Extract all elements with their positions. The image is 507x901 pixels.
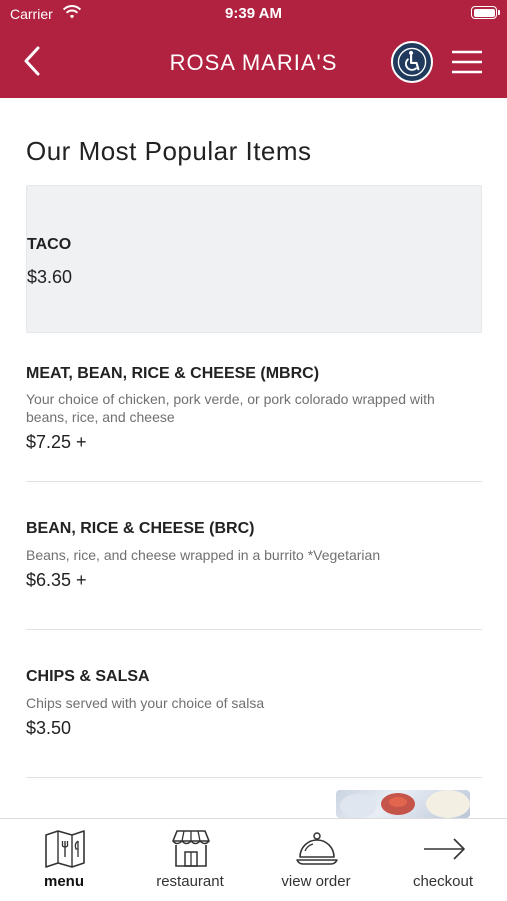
menu-book-icon <box>45 830 85 868</box>
battery-icon <box>471 6 500 19</box>
bottom-tab-bar: menu restaurant view order checkout <box>0 818 507 901</box>
item-name: TACO <box>27 236 72 253</box>
tab-checkout[interactable]: checkout <box>380 819 506 901</box>
item-description: Your choice of chicken, pork verde, or p… <box>26 391 435 425</box>
tab-menu-label: menu <box>43 873 84 890</box>
item-description: Beans, rice, and cheese wrapped in a bur… <box>26 547 381 563</box>
menu-item-card[interactable]: MEAT, BEAN, RICE & CHEESE (MBRC) Your ch… <box>26 334 482 480</box>
item-name: BEAN, RICE & CHEESE (BRC) <box>26 520 255 537</box>
back-chevron-icon[interactable] <box>18 44 48 78</box>
item-name: MEAT, BEAN, RICE & CHEESE (MBRC) <box>26 365 320 382</box>
menu-item-card[interactable]: CHIPS & SALSA Chips served with your cho… <box>26 630 482 776</box>
tab-view-order[interactable]: view order <box>253 819 379 901</box>
cloche-icon <box>296 832 338 865</box>
tab-restaurant-label: restaurant <box>156 873 224 890</box>
restaurant-title: ROSA MARIA'S <box>169 50 338 75</box>
accessibility-icon[interactable] <box>391 41 433 83</box>
item-description: Chips served with your choice of salsa <box>26 695 265 711</box>
hamburger-menu-icon[interactable] <box>450 47 484 77</box>
menu-item-card[interactable]: TACO $3.60 <box>26 185 482 333</box>
item-thumbnail-image[interactable] <box>336 790 470 818</box>
arrow-right-icon <box>424 838 465 860</box>
item-price: $7.25 + <box>26 432 87 452</box>
section-title: Our Most Popular Items <box>26 136 312 166</box>
status-bar: Carrier 9:39 AM <box>0 0 507 28</box>
tab-view-order-label: view order <box>281 873 351 890</box>
app-header: Carrier 9:39 AM ROSA MARIA'S <box>0 0 507 98</box>
item-price: $3.50 <box>26 718 72 738</box>
tab-checkout-label: checkout <box>412 873 474 890</box>
storefront-icon <box>172 830 210 867</box>
menu-item-card[interactable]: BEAN, RICE & CHEESE (BRC) Beans, rice, a… <box>26 482 482 628</box>
item-price: $3.60 <box>27 267 73 287</box>
divider <box>26 777 482 778</box>
tab-restaurant[interactable]: restaurant <box>127 819 253 901</box>
tab-menu[interactable]: menu <box>1 819 127 901</box>
item-name: CHIPS & SALSA <box>26 668 150 685</box>
status-time: 9:39 AM <box>225 5 282 22</box>
item-price: $6.35 + <box>26 570 87 590</box>
